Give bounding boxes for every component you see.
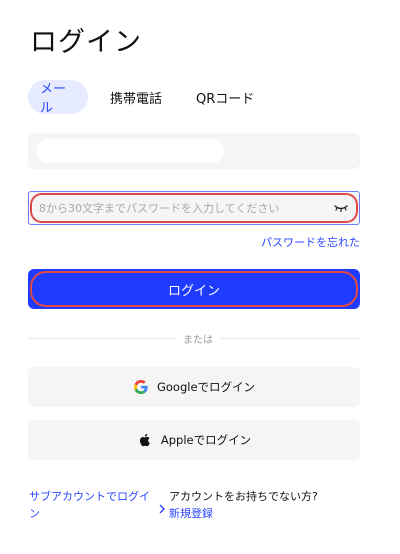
google-icon <box>133 379 149 395</box>
eye-closed-icon[interactable] <box>333 200 349 216</box>
page-title: ログイン <box>30 27 142 58</box>
password-field-container[interactable] <box>28 191 360 225</box>
google-login-label: Googleでログイン <box>156 380 256 394</box>
divider-label: または <box>176 331 220 346</box>
apple-login-button[interactable]: Appleでログイン <box>28 420 360 460</box>
password-input[interactable] <box>39 198 329 218</box>
sub-account-login-link[interactable]: サブアカウントでログイン <box>29 488 157 522</box>
tab-email[interactable]: メール <box>28 80 88 116</box>
forgot-password-link[interactable]: パスワードを忘れた <box>261 234 360 250</box>
apple-login-label: Appleでログイン <box>160 433 252 447</box>
no-account-text: アカウントをお持ちでない方? <box>169 490 318 503</box>
tab-mobile-phone[interactable]: 携帯電話 <box>98 80 174 114</box>
login-method-tabs: メール 携帯電話 QRコード <box>28 80 276 116</box>
tab-qr-code[interactable]: QRコード <box>184 80 266 114</box>
email-field[interactable] <box>28 133 360 169</box>
login-button[interactable]: ログイン <box>28 269 360 309</box>
chevron-right-icon <box>158 499 166 514</box>
register-link[interactable]: 新規登録 <box>169 505 213 522</box>
login-button-label: ログイン <box>167 283 220 299</box>
google-login-button[interactable]: Googleでログイン <box>28 367 360 407</box>
email-autofill-chip <box>36 139 224 163</box>
apple-icon <box>137 432 153 448</box>
